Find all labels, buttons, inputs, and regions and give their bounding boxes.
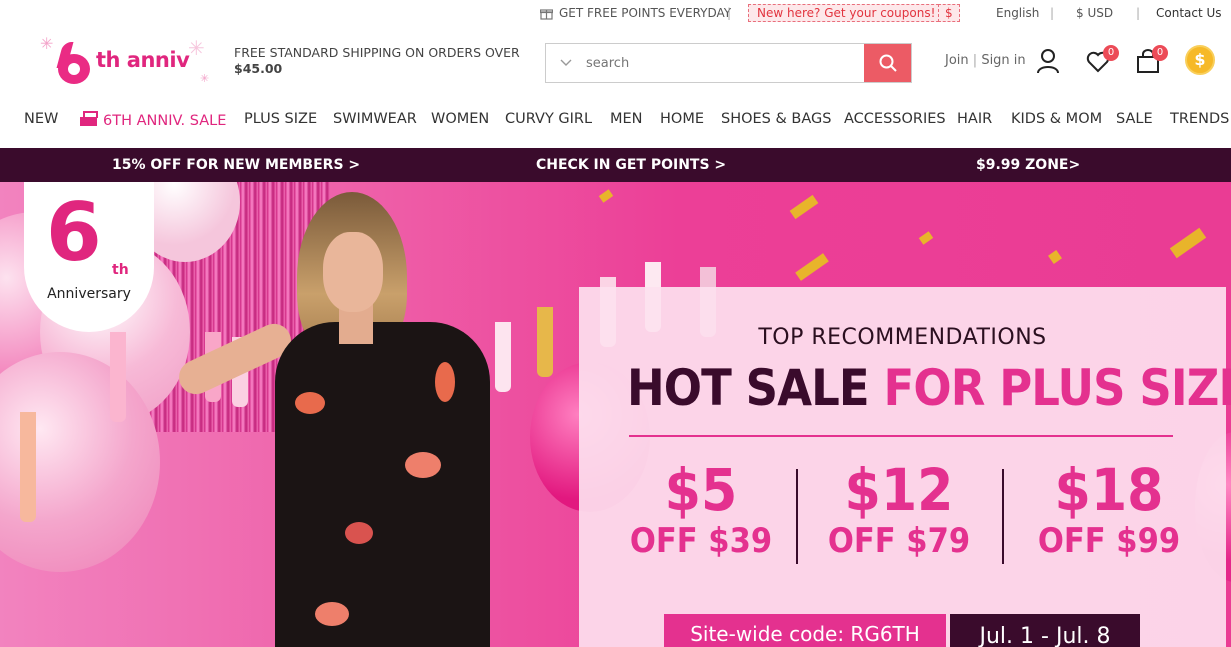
nav-item-curvy-girl[interactable]: CURVY GIRL	[505, 111, 592, 127]
separator: |	[727, 6, 732, 20]
confetti	[795, 253, 829, 281]
search-button[interactable]	[864, 44, 911, 82]
deal-threshold: OFF $79	[827, 521, 971, 561]
shipping-text: FREE STANDARD SHIPPING ON ORDERS OVER	[234, 45, 520, 60]
deal-amount: $18	[1054, 456, 1164, 524]
nav-item-men[interactable]: MEN	[610, 111, 643, 127]
nav-item-sale[interactable]: SALE	[1116, 111, 1153, 127]
deal-tier: $5 OFF $39	[616, 459, 786, 561]
confetti	[598, 189, 614, 203]
join-link[interactable]: Join	[945, 53, 969, 68]
wishlist-count-badge: 0	[1103, 45, 1119, 61]
confetti	[1048, 250, 1062, 264]
deal-threshold: OFF $99	[1037, 521, 1181, 561]
new-user-coupon-link[interactable]: New here? Get your coupons!	[748, 4, 945, 22]
check-in-points-link[interactable]: CHECK IN GET POINTS >	[536, 157, 726, 173]
nav-item-anniv-sale[interactable]: 6TH ANNIV. SALE	[80, 111, 226, 129]
shipping-threshold: $45.00	[234, 61, 283, 76]
zone-999-link[interactable]: $9.99 ZONE>	[976, 157, 1080, 173]
tassel	[20, 412, 36, 522]
deal-amount: $12	[844, 456, 954, 524]
confetti	[1169, 227, 1207, 259]
gift-icon	[540, 8, 553, 20]
hero-banner[interactable]: 6 th Anniversary TOP RECOMMENDATIONS HOT…	[0, 182, 1231, 647]
nav-item-swimwear[interactable]: SWIMWEAR	[333, 111, 417, 127]
cart-count-badge: 0	[1152, 45, 1168, 61]
nav-item-trends[interactable]: TRENDS	[1170, 111, 1229, 127]
site-logo[interactable]: ✳ ✳ ✳ th anniv	[40, 34, 210, 88]
site-wide-code: Site-wide code: RG6TH	[664, 614, 946, 647]
chevron-down-icon	[560, 59, 572, 66]
nav-item-accessories[interactable]: ACCESSORIES	[844, 111, 946, 127]
deal-tier: $18 OFF $99	[1024, 459, 1194, 561]
nav-item-new[interactable]: NEW	[24, 111, 58, 127]
promo-headline: HOT SALE FOR PLUS SIZE	[627, 359, 1231, 417]
points-coin-icon[interactable]: $	[1185, 45, 1215, 75]
logo-text: th anniv	[96, 48, 190, 72]
contact-us-link[interactable]: Contact Us	[1156, 6, 1222, 20]
tassel	[110, 332, 126, 422]
model-photo	[173, 192, 505, 647]
logo-six-mark	[56, 42, 94, 84]
nav-item-anniv-sale-label: 6TH ANNIV. SALE	[103, 113, 227, 129]
sign-in-link[interactable]: Sign in	[981, 53, 1025, 68]
currency-selector[interactable]: $ USD	[1076, 6, 1113, 20]
search-bar	[545, 43, 912, 83]
coupon-dollar-tag[interactable]: $	[938, 4, 960, 22]
sparkle-icon: ✳	[188, 36, 205, 60]
search-input[interactable]	[586, 44, 864, 82]
deal-threshold: OFF $39	[629, 521, 773, 561]
promo-dates: Jul. 1 - Jul. 8	[950, 614, 1140, 647]
shipping-notice: FREE STANDARD SHIPPING ON ORDERS OVER $4…	[234, 45, 520, 77]
deal-tier: $12 OFF $79	[814, 459, 984, 561]
promo-kicker: TOP RECOMMENDATIONS	[758, 325, 1047, 350]
deal-amount: $5	[664, 456, 738, 524]
separator: |	[1136, 6, 1141, 20]
deal-divider	[796, 469, 798, 564]
headline-dark-text: HOT SALE	[627, 359, 870, 417]
promo-bar: 15% OFF FOR NEW MEMBERS > CHECK IN GET P…	[0, 148, 1231, 182]
free-points-label: GET FREE POINTS EVERYDAY	[559, 6, 732, 20]
main-nav: NEW 6TH ANNIV. SALE PLUS SIZE SWIMWEAR W…	[0, 108, 1231, 132]
tassel	[537, 307, 553, 377]
nav-item-kids-mom[interactable]: KIDS & MOM	[1011, 111, 1102, 127]
deal-divider	[1002, 469, 1004, 564]
nav-item-home[interactable]: HOME	[660, 111, 704, 127]
nav-item-hair[interactable]: HAIR	[957, 111, 992, 127]
confetti	[918, 231, 934, 245]
promo-panel: TOP RECOMMENDATIONS HOT SALE FOR PLUS SI…	[579, 287, 1231, 647]
language-selector[interactable]: English	[996, 6, 1039, 20]
cake-icon	[80, 111, 98, 126]
anniversary-number: 6	[46, 186, 102, 279]
account-links: Join | Sign in	[945, 53, 1026, 68]
anniversary-label: Anniversary	[47, 286, 131, 302]
nav-item-plus-size[interactable]: PLUS SIZE	[244, 111, 317, 127]
nav-item-women[interactable]: WOMEN	[431, 111, 489, 127]
free-points-link[interactable]: GET FREE POINTS EVERYDAY	[540, 6, 731, 20]
headline-pink-text: FOR PLUS SIZE	[883, 359, 1231, 417]
confetti	[789, 194, 819, 220]
sparkle-icon: ✳	[200, 72, 210, 85]
anniversary-suffix: th	[112, 262, 129, 278]
nav-item-shoes-bags[interactable]: SHOES & BAGS	[721, 111, 831, 127]
anniversary-badge: 6 th Anniversary	[24, 182, 154, 332]
user-icon[interactable]	[1036, 48, 1060, 74]
top-utility-bar: GET FREE POINTS EVERYDAY | New here? Get…	[0, 0, 1231, 28]
account-divider: |	[972, 53, 978, 68]
search-category-dropdown[interactable]	[546, 44, 586, 82]
separator: |	[1050, 6, 1055, 20]
sparkle-icon: ✳	[40, 34, 54, 53]
new-members-offer-link[interactable]: 15% OFF FOR NEW MEMBERS >	[112, 157, 360, 173]
headline-divider	[629, 435, 1173, 437]
search-icon	[879, 54, 897, 72]
